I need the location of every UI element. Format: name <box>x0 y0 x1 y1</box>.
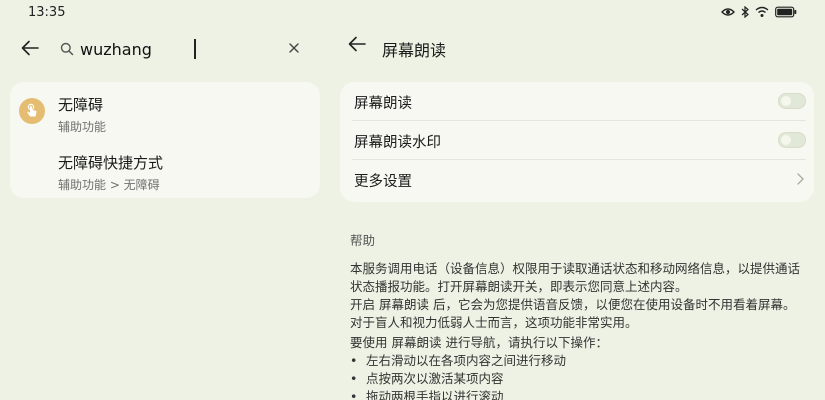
result-subtitle: 辅助功能 > 无障碍 <box>58 178 160 192</box>
help-title: 帮助 <box>350 233 376 248</box>
hand-tap-icon <box>27 103 37 117</box>
text-cursor <box>194 39 196 59</box>
bullet-dot: • <box>350 353 358 368</box>
toggle-knob <box>781 96 791 106</box>
search-row <box>0 26 330 72</box>
result-title: 无障碍 <box>58 96 104 114</box>
bullet-text: 左右滑动以在各项内容之间进行移动 <box>366 353 567 368</box>
watermark-toggle[interactable] <box>778 132 806 148</box>
status-time: 13:35 <box>28 5 66 20</box>
help-bullet: • 左右滑动以在各项内容之间进行移动 <box>350 352 566 370</box>
settings-card: 屏幕朗读 屏幕朗读水印 更多设置 <box>340 82 814 202</box>
bullet-dot: • <box>350 371 358 386</box>
bullet-text: 拖动两根手指以进行滚动 <box>366 389 504 400</box>
back-arrow-icon <box>21 40 39 56</box>
search-box[interactable] <box>52 34 310 64</box>
help-paragraph: 本服务调用电话（设备信息）权限用于读取通话状态和移动网络信息，以提供通话状态播报… <box>350 261 801 294</box>
bullet-text: 点按两次以激活某项内容 <box>366 371 504 386</box>
page-title: 屏幕朗读 <box>382 41 447 60</box>
result-item-accessibility[interactable]: 无障碍 辅助功能 <box>10 88 320 144</box>
setting-label: 屏幕朗读 <box>354 96 412 112</box>
toggle-knob <box>781 135 791 145</box>
bullet-dot: • <box>350 389 358 400</box>
eye-icon <box>721 8 735 16</box>
search-icon <box>60 42 74 56</box>
search-input[interactable] <box>80 38 280 60</box>
accessibility-app-icon <box>19 98 45 124</box>
screen-reader-toggle[interactable] <box>778 93 806 109</box>
bluetooth-icon <box>741 6 749 18</box>
result-item-accessibility-shortcut[interactable]: 无障碍快捷方式 辅助功能 > 无障碍 <box>10 146 320 202</box>
battery-icon <box>775 6 797 18</box>
search-back-button[interactable] <box>18 36 42 60</box>
setting-row-screen-reader[interactable]: 屏幕朗读 <box>340 82 814 121</box>
setting-label: 屏幕朗读水印 <box>354 135 441 151</box>
setting-row-more-settings[interactable]: 更多设置 <box>340 160 814 199</box>
help-bullet: • 点按两次以激活某项内容 <box>350 370 504 388</box>
setting-label: 更多设置 <box>354 174 412 190</box>
result-subtitle: 辅助功能 <box>58 120 107 134</box>
search-results: 无障碍 辅助功能 无障碍快捷方式 辅助功能 > 无障碍 <box>10 82 320 198</box>
wifi-icon <box>755 6 769 17</box>
setting-row-watermark[interactable]: 屏幕朗读水印 <box>340 121 814 160</box>
detail-header: 屏幕朗读 <box>336 26 825 72</box>
result-title: 无障碍快捷方式 <box>58 154 164 172</box>
chevron-right-icon <box>797 173 804 185</box>
search-pane: 无障碍 辅助功能 无障碍快捷方式 辅助功能 > 无障碍 <box>0 26 330 400</box>
detail-pane: 屏幕朗读 屏幕朗读 屏幕朗读水印 更多设置 帮助 本服务调用电话（设备信息）权限… <box>336 26 825 400</box>
help-paragraph: 要使用 屏幕朗读 进行导航，请执行以下操作： <box>350 335 608 350</box>
status-bar: 13:35 <box>0 0 825 26</box>
status-icons <box>721 6 797 18</box>
back-arrow-icon[interactable] <box>348 36 366 52</box>
clear-icon[interactable] <box>288 42 300 54</box>
help-bullet: • 拖动两根手指以进行滚动 <box>350 388 504 400</box>
help-paragraph: 开启 屏幕朗读 后，它会为您提供语音反馈，以便您在使用设备时不用看着屏幕。对于盲… <box>350 297 796 330</box>
